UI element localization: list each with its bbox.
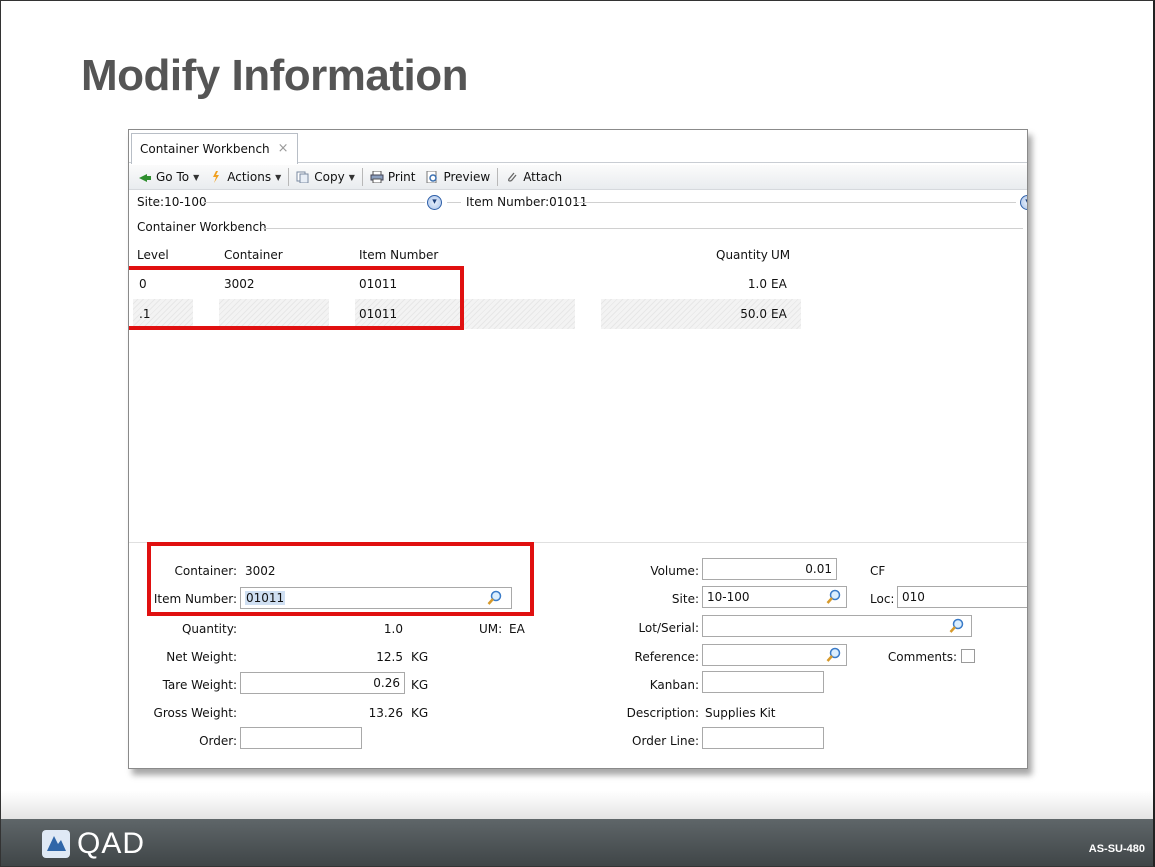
slide-code: AS-SU-480 [1088,843,1145,855]
quantity-value: 1.0 [383,622,403,636]
qad-logo-icon [42,830,70,858]
chevron-down-icon: ▼ [193,172,200,182]
search-icon[interactable] [826,589,842,605]
divider [576,202,1016,203]
cell-quantity: 1.0 [747,277,767,291]
divider [203,202,425,203]
logo-text: QAD [77,827,146,860]
order-line-field[interactable] [702,727,824,749]
divider [263,228,1023,229]
cell-um: EA [771,307,787,321]
footer-shade [1,791,1153,819]
close-icon[interactable]: × [278,134,289,164]
order-line-label: Order Line: [632,734,699,748]
order-label: Order: [199,734,237,748]
preview-label: Preview [443,170,491,184]
container-workbench-window: Container Workbench × Go To ▼ Actions ▼ … [128,129,1028,769]
loc-field[interactable]: 010 [897,586,1027,608]
tare-weight-field[interactable]: 0.26 [240,672,405,694]
actions-label: Actions [227,170,272,184]
actions-button[interactable]: Actions ▼ [204,166,286,188]
chevron-down-icon: ▼ [275,172,282,182]
goto-arrow-icon [139,174,151,182]
comments-label: Comments: [887,650,957,664]
volume-label: Volume: [650,564,699,578]
loc-value: 010 [902,590,925,604]
toolbar-separator [361,168,363,186]
description-label: Description: [626,706,699,720]
tare-weight-label: Tare Weight: [162,678,237,692]
col-level[interactable]: Level [137,248,169,262]
comments-checkbox[interactable] [961,649,975,663]
attach-button[interactable]: Attach [500,166,567,188]
expand-item-icon[interactable]: ▾ [1020,195,1027,210]
tare-weight-value: 0.26 [373,676,400,690]
volume-value: 0.01 [805,562,832,576]
net-weight-value: 12.5 [376,650,403,664]
copy-label: Copy [314,170,345,184]
goto-button[interactable]: Go To ▼ [133,166,204,188]
toolbar: Go To ▼ Actions ▼ Copy ▼ Print Preview A… [129,165,1027,190]
toolbar-separator [497,168,499,186]
lot-serial-label: Lot/Serial: [638,621,699,635]
copy-icon [296,171,309,183]
volume-field[interactable]: 0.01 [702,558,837,580]
slide-title: Modify Information [81,51,468,100]
gross-weight-unit: KG [411,706,429,720]
preview-button[interactable]: Preview [420,166,495,188]
cell-um: EA [771,277,787,291]
site-header-label: Site:10-100 [137,195,207,209]
print-label: Print [387,170,416,184]
search-icon[interactable] [826,647,842,663]
kanban-label: Kanban: [649,678,699,692]
description-value: Supplies Kit [705,706,776,720]
kanban-field[interactable] [702,671,824,693]
highlight-box-form [147,542,534,616]
preview-icon [426,171,438,183]
paperclip-icon [508,172,517,182]
printer-icon [370,171,384,183]
col-quantity[interactable]: Quantity [716,248,768,262]
cell-quantity: 50.0 [740,307,767,321]
qad-logo: QAD [41,827,145,861]
highlight-box-grid [129,266,464,330]
um-value: EA [509,622,525,636]
attach-label: Attach [523,170,563,184]
loc-label: Loc: [870,592,895,606]
item-header-label: Item Number:01011 [466,195,588,209]
net-weight-label: Net Weight: [166,650,237,664]
search-icon[interactable] [949,618,965,634]
quantity-label: Quantity: [181,622,237,636]
grid-header: Level Container Item Number Quantity UM [129,243,1027,265]
order-field[interactable] [240,727,362,749]
tab-label: Container Workbench [140,142,270,156]
slide: Modify Information Container Workbench ×… [0,0,1155,867]
site-item-header: Site:10-100 ▾ Item Number:01011 ▾ [129,192,1027,212]
reference-label: Reference: [634,650,699,664]
copy-button[interactable]: Copy ▼ [291,166,360,188]
goto-label: Go To [156,170,190,184]
expand-site-icon[interactable]: ▾ [427,195,442,210]
col-container[interactable]: Container [224,248,283,262]
lot-serial-field[interactable] [702,615,972,637]
divider [447,202,461,203]
tab-container-workbench[interactable]: Container Workbench × [131,133,298,164]
net-weight-unit: KG [411,650,429,664]
footer-bar [1,819,1153,866]
section-label: Container Workbench [137,220,267,234]
um-label: UM: [479,622,503,636]
col-um[interactable]: UM [771,248,790,262]
toolbar-separator [288,168,290,186]
tab-bar: Container Workbench × [129,130,1027,164]
chevron-down-icon: ▼ [348,172,355,182]
site-value: 10-100 [707,590,750,604]
volume-unit: CF [870,564,886,578]
print-button[interactable]: Print [365,166,421,188]
lightning-icon [213,171,220,183]
site-label: Site: [671,592,699,606]
tare-weight-unit: KG [411,678,429,692]
gross-weight-label: Gross Weight: [153,706,237,720]
gross-weight-value: 13.26 [368,706,403,720]
col-item-number[interactable]: Item Number [359,248,438,262]
